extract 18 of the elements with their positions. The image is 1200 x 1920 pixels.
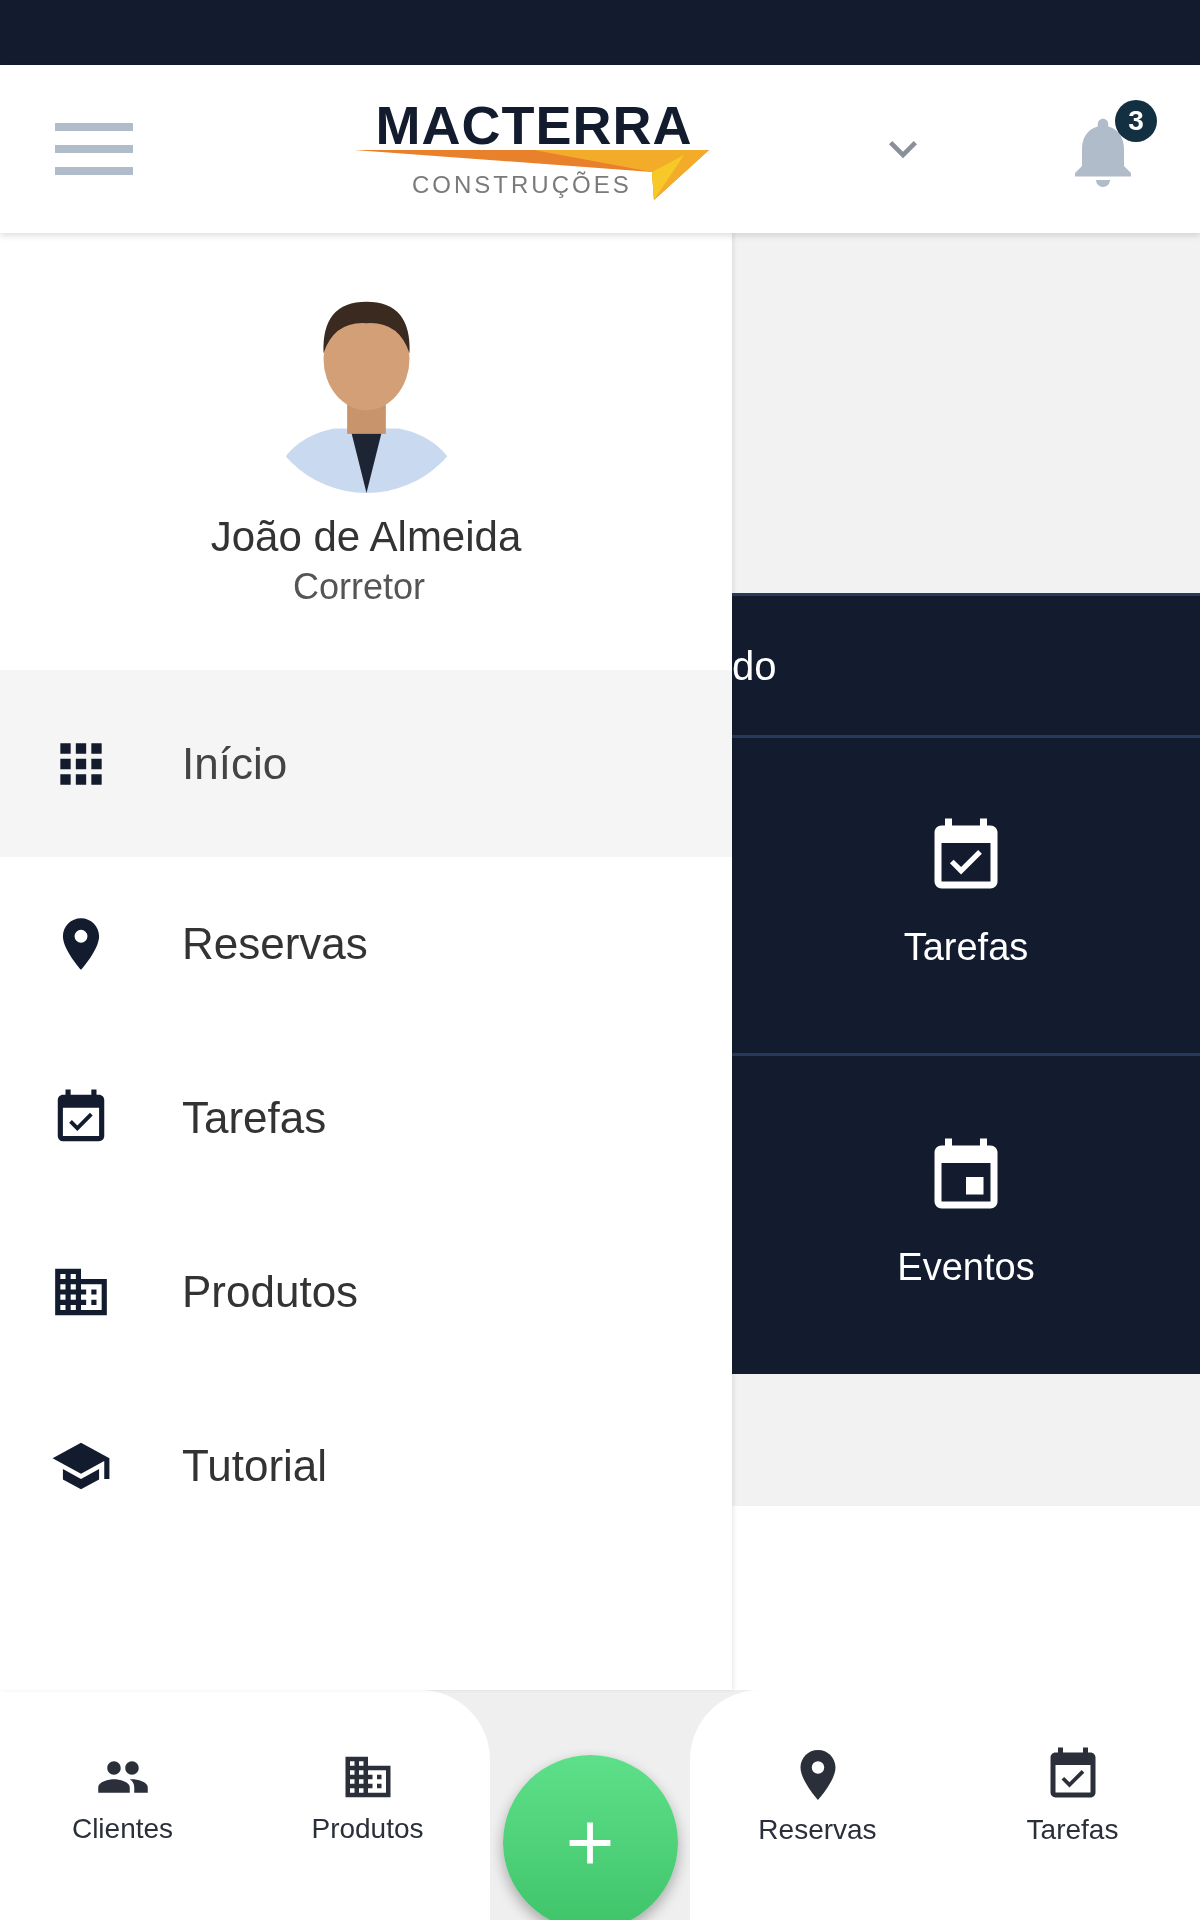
banner-text: do <box>732 642 777 690</box>
bottom-nav-item[interactable]: Reservas <box>690 1745 945 1851</box>
dashboard-card[interactable]: Eventos <box>732 1056 1200 1374</box>
notification-badge: 3 <box>1115 100 1157 142</box>
drawer-item[interactable]: Tarefas <box>0 1031 732 1205</box>
drawer-item[interactable]: Reservas <box>0 857 732 1031</box>
add-button[interactable] <box>502 1755 678 1920</box>
drawer-item[interactable]: Tutorial <box>0 1379 732 1553</box>
bottom-nav-item[interactable]: Produtos <box>245 1750 490 1850</box>
bottom-nav-item[interactable]: Tarefas <box>945 1745 1200 1851</box>
drawer-item[interactable]: Produtos <box>0 1205 732 1379</box>
user-role: Corretor <box>293 564 425 609</box>
user-name: João de Almeida <box>210 512 522 562</box>
bottom-nav-item[interactable]: Clientes <box>0 1750 245 1850</box>
menu-button[interactable] <box>55 122 133 176</box>
drawer-item[interactable]: Início <box>0 670 732 857</box>
logo: MACTERRA CONSTRUÇÕES <box>354 98 714 200</box>
dashboard-card[interactable]: Tarefas <box>732 738 1200 1056</box>
